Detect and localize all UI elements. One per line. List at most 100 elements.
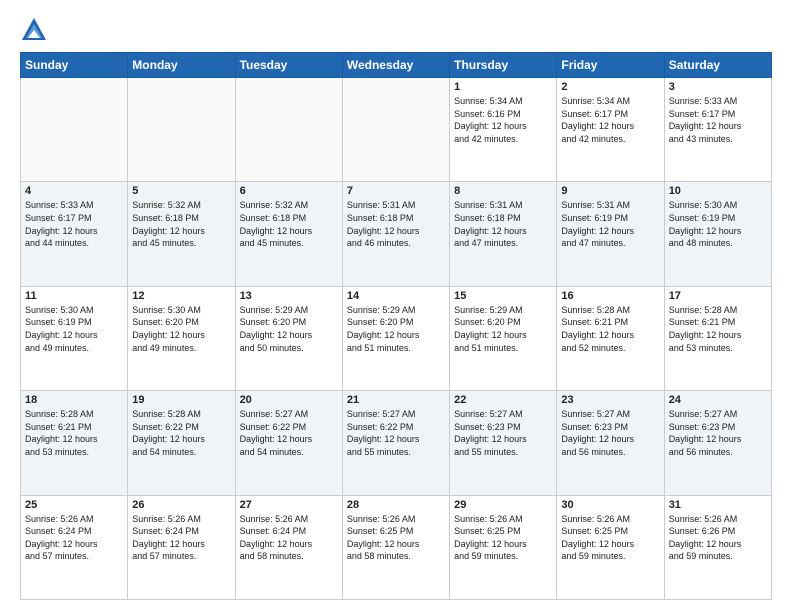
day-cell: [342, 78, 449, 182]
day-info: Sunrise: 5:26 AM Sunset: 6:24 PM Dayligh…: [132, 513, 230, 563]
day-info: Sunrise: 5:31 AM Sunset: 6:19 PM Dayligh…: [561, 199, 659, 249]
day-info: Sunrise: 5:29 AM Sunset: 6:20 PM Dayligh…: [347, 304, 445, 354]
day-cell: 21 Sunrise: 5:27 AM Sunset: 6:22 PM Dayli…: [342, 391, 449, 495]
day-info: Sunrise: 5:28 AM Sunset: 6:21 PM Dayligh…: [25, 408, 123, 458]
day-cell: 26 Sunrise: 5:26 AM Sunset: 6:24 PM Dayli…: [128, 495, 235, 599]
header-cell-saturday: Saturday: [664, 53, 771, 78]
week-row-5: 25 Sunrise: 5:26 AM Sunset: 6:24 PM Dayli…: [21, 495, 772, 599]
day-cell: [21, 78, 128, 182]
day-info: Sunrise: 5:28 AM Sunset: 6:21 PM Dayligh…: [561, 304, 659, 354]
day-cell: 18 Sunrise: 5:28 AM Sunset: 6:21 PM Dayli…: [21, 391, 128, 495]
header-cell-monday: Monday: [128, 53, 235, 78]
day-cell: 24 Sunrise: 5:27 AM Sunset: 6:23 PM Dayli…: [664, 391, 771, 495]
day-info: Sunrise: 5:29 AM Sunset: 6:20 PM Dayligh…: [240, 304, 338, 354]
day-cell: 11Sunrise: 5:30 AM Sunset: 6:19 PM Dayli…: [21, 286, 128, 390]
day-info: Sunrise: 5:29 AM Sunset: 6:20 PM Dayligh…: [454, 304, 552, 354]
day-cell: 3Sunrise: 5:33 AM Sunset: 6:17 PM Daylig…: [664, 78, 771, 182]
day-cell: 8 Sunrise: 5:31 AM Sunset: 6:18 PM Daylig…: [450, 182, 557, 286]
day-number: 24: [669, 394, 767, 406]
day-cell: 12 Sunrise: 5:30 AM Sunset: 6:20 PM Dayli…: [128, 286, 235, 390]
day-cell: [128, 78, 235, 182]
day-cell: 14 Sunrise: 5:29 AM Sunset: 6:20 PM Dayli…: [342, 286, 449, 390]
week-row-1: 1Sunrise: 5:34 AM Sunset: 6:16 PM Daylig…: [21, 78, 772, 182]
day-number: 11: [25, 290, 123, 302]
day-info: Sunrise: 5:26 AM Sunset: 6:25 PM Dayligh…: [454, 513, 552, 563]
day-number: 23: [561, 394, 659, 406]
week-row-4: 18 Sunrise: 5:28 AM Sunset: 6:21 PM Dayli…: [21, 391, 772, 495]
day-info: Sunrise: 5:31 AM Sunset: 6:18 PM Dayligh…: [454, 199, 552, 249]
day-info: Sunrise: 5:30 AM Sunset: 6:19 PM Dayligh…: [669, 199, 767, 249]
day-cell: 19 Sunrise: 5:28 AM Sunset: 6:22 PM Dayli…: [128, 391, 235, 495]
day-cell: 23 Sunrise: 5:27 AM Sunset: 6:23 PM Dayli…: [557, 391, 664, 495]
day-number: 25: [25, 499, 123, 511]
day-cell: 1Sunrise: 5:34 AM Sunset: 6:16 PM Daylig…: [450, 78, 557, 182]
day-cell: 28 Sunrise: 5:26 AM Sunset: 6:25 PM Dayli…: [342, 495, 449, 599]
day-number: 9: [561, 185, 659, 197]
day-cell: 31 Sunrise: 5:26 AM Sunset: 6:26 PM Dayli…: [664, 495, 771, 599]
day-cell: 27Sunrise: 5:26 AM Sunset: 6:24 PM Dayli…: [235, 495, 342, 599]
day-number: 22: [454, 394, 552, 406]
day-info: Sunrise: 5:28 AM Sunset: 6:22 PM Dayligh…: [132, 408, 230, 458]
day-number: 26: [132, 499, 230, 511]
day-number: 29: [454, 499, 552, 511]
week-row-2: 4 Sunrise: 5:33 AM Sunset: 6:17 PM Daylig…: [21, 182, 772, 286]
day-info: Sunrise: 5:26 AM Sunset: 6:24 PM Dayligh…: [25, 513, 123, 563]
day-number: 14: [347, 290, 445, 302]
day-cell: 29 Sunrise: 5:26 AM Sunset: 6:25 PM Dayli…: [450, 495, 557, 599]
day-info: Sunrise: 5:26 AM Sunset: 6:25 PM Dayligh…: [347, 513, 445, 563]
day-number: 18: [25, 394, 123, 406]
day-number: 2: [561, 81, 659, 93]
day-info: Sunrise: 5:33 AM Sunset: 6:17 PM Dayligh…: [25, 199, 123, 249]
day-number: 15: [454, 290, 552, 302]
day-cell: 22 Sunrise: 5:27 AM Sunset: 6:23 PM Dayli…: [450, 391, 557, 495]
day-info: Sunrise: 5:31 AM Sunset: 6:18 PM Dayligh…: [347, 199, 445, 249]
day-info: Sunrise: 5:26 AM Sunset: 6:25 PM Dayligh…: [561, 513, 659, 563]
week-row-3: 11Sunrise: 5:30 AM Sunset: 6:19 PM Dayli…: [21, 286, 772, 390]
day-cell: 10 Sunrise: 5:30 AM Sunset: 6:19 PM Dayli…: [664, 182, 771, 286]
day-cell: [235, 78, 342, 182]
day-number: 5: [132, 185, 230, 197]
day-number: 8: [454, 185, 552, 197]
header: [20, 16, 772, 44]
page: SundayMondayTuesdayWednesdayThursdayFrid…: [0, 0, 792, 612]
calendar-header: SundayMondayTuesdayWednesdayThursdayFrid…: [21, 53, 772, 78]
day-number: 16: [561, 290, 659, 302]
calendar: SundayMondayTuesdayWednesdayThursdayFrid…: [20, 52, 772, 600]
day-number: 19: [132, 394, 230, 406]
day-info: Sunrise: 5:27 AM Sunset: 6:22 PM Dayligh…: [347, 408, 445, 458]
day-number: 4: [25, 185, 123, 197]
day-info: Sunrise: 5:32 AM Sunset: 6:18 PM Dayligh…: [132, 199, 230, 249]
header-cell-wednesday: Wednesday: [342, 53, 449, 78]
day-cell: 25 Sunrise: 5:26 AM Sunset: 6:24 PM Dayli…: [21, 495, 128, 599]
day-info: Sunrise: 5:26 AM Sunset: 6:26 PM Dayligh…: [669, 513, 767, 563]
day-number: 6: [240, 185, 338, 197]
calendar-table: SundayMondayTuesdayWednesdayThursdayFrid…: [20, 52, 772, 600]
day-cell: 5 Sunrise: 5:32 AM Sunset: 6:18 PM Daylig…: [128, 182, 235, 286]
day-number: 28: [347, 499, 445, 511]
day-info: Sunrise: 5:32 AM Sunset: 6:18 PM Dayligh…: [240, 199, 338, 249]
day-number: 31: [669, 499, 767, 511]
day-cell: 4 Sunrise: 5:33 AM Sunset: 6:17 PM Daylig…: [21, 182, 128, 286]
day-cell: 7 Sunrise: 5:31 AM Sunset: 6:18 PM Daylig…: [342, 182, 449, 286]
day-cell: 9 Sunrise: 5:31 AM Sunset: 6:19 PM Daylig…: [557, 182, 664, 286]
day-info: Sunrise: 5:34 AM Sunset: 6:17 PM Dayligh…: [561, 95, 659, 145]
day-number: 7: [347, 185, 445, 197]
day-number: 20: [240, 394, 338, 406]
day-number: 17: [669, 290, 767, 302]
day-info: Sunrise: 5:30 AM Sunset: 6:20 PM Dayligh…: [132, 304, 230, 354]
day-info: Sunrise: 5:33 AM Sunset: 6:17 PM Dayligh…: [669, 95, 767, 145]
day-number: 1: [454, 81, 552, 93]
day-info: Sunrise: 5:27 AM Sunset: 6:23 PM Dayligh…: [561, 408, 659, 458]
day-info: Sunrise: 5:27 AM Sunset: 6:23 PM Dayligh…: [454, 408, 552, 458]
day-number: 10: [669, 185, 767, 197]
day-number: 12: [132, 290, 230, 302]
day-cell: 16 Sunrise: 5:28 AM Sunset: 6:21 PM Dayli…: [557, 286, 664, 390]
day-cell: 2 Sunrise: 5:34 AM Sunset: 6:17 PM Daylig…: [557, 78, 664, 182]
day-cell: 17Sunrise: 5:28 AM Sunset: 6:21 PM Dayli…: [664, 286, 771, 390]
day-info: Sunrise: 5:27 AM Sunset: 6:23 PM Dayligh…: [669, 408, 767, 458]
calendar-body: 1Sunrise: 5:34 AM Sunset: 6:16 PM Daylig…: [21, 78, 772, 600]
day-cell: 30Sunrise: 5:26 AM Sunset: 6:25 PM Dayli…: [557, 495, 664, 599]
day-number: 21: [347, 394, 445, 406]
day-info: Sunrise: 5:27 AM Sunset: 6:22 PM Dayligh…: [240, 408, 338, 458]
day-number: 13: [240, 290, 338, 302]
